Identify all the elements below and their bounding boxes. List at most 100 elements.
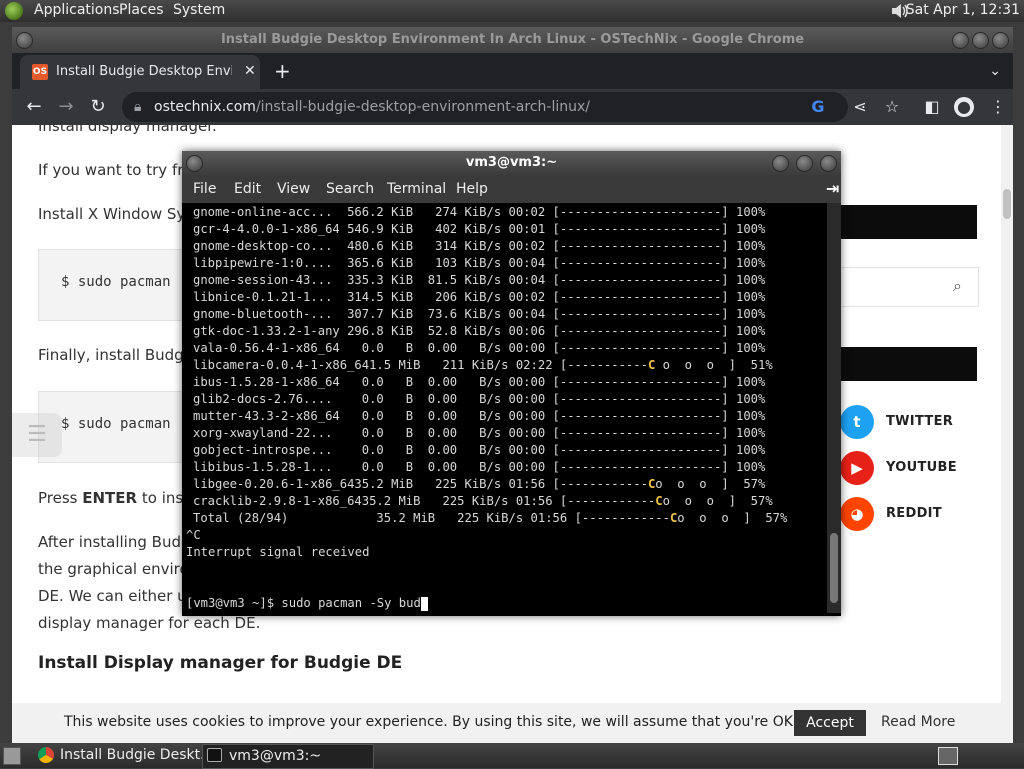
download-info: gcr-4-4.0.0-1-x86_64 546.9 KiB 402 KiB/s… bbox=[193, 222, 553, 236]
back-icon[interactable]: ← bbox=[22, 95, 46, 119]
social-label[interactable]: YOUTUBE bbox=[886, 460, 957, 475]
share-icon[interactable]: ⋖ bbox=[850, 97, 870, 117]
menu-places[interactable]: Places bbox=[119, 2, 164, 18]
progress-bar-text: [------------ bbox=[559, 494, 656, 508]
chrome-titlebar[interactable]: Install Budgie Desktop Environment In Ar… bbox=[12, 27, 1013, 53]
terminal-menu-search[interactable]: Search bbox=[326, 181, 374, 197]
progress-bar-text: [----------------------] bbox=[552, 205, 729, 219]
code-command[interactable]: $ sudo pacman bbox=[61, 416, 171, 432]
tab-search-chevron-icon[interactable]: ⌄ bbox=[989, 63, 1001, 79]
distro-logo-icon[interactable] bbox=[5, 2, 23, 20]
progress-bar-text: o o o ] bbox=[662, 494, 736, 508]
terminal-maximize-button[interactable] bbox=[796, 155, 813, 172]
article-text-line: Install X Window Syst bbox=[38, 205, 199, 223]
menu-system[interactable]: System bbox=[173, 2, 225, 18]
download-info: gnome-bluetooth-... 307.7 KiB 73.6 KiB/s… bbox=[193, 307, 553, 321]
terminal-menu-terminal[interactable]: Terminal bbox=[387, 181, 446, 197]
terminal-prompt-line[interactable]: [vm3@vm3 ~]$ sudo pacman -Sy bud bbox=[186, 595, 428, 612]
sidebar-search-box[interactable]: ⌕ bbox=[832, 267, 979, 307]
article-text-line: the graphical environ bbox=[38, 560, 199, 578]
terminal-titlebar[interactable]: vm3@vm3:~ bbox=[182, 151, 841, 175]
minimize-button[interactable] bbox=[952, 32, 969, 49]
progress-bar-text: [----------------------] bbox=[552, 375, 729, 389]
download-progress-row: gnome-online-acc... 566.2 KiB 274 KiB/s … bbox=[193, 204, 765, 221]
download-progress-row: gnome-desktop-co... 480.6 KiB 314 KiB/s … bbox=[193, 238, 765, 255]
download-progress-row: libnice-0.1.21-1... 314.5 KiB 206 KiB/s … bbox=[193, 289, 765, 306]
cookie-message: This website uses cookies to improve you… bbox=[64, 714, 846, 730]
progress-bar-text: [----------- bbox=[559, 358, 648, 372]
download-info: Total (28/94) 35.2 MiB 225 KiB/s 01:56 bbox=[193, 511, 575, 525]
progress-bar-text: [----------------------] bbox=[552, 290, 729, 304]
terminal-menu-file[interactable]: File bbox=[193, 181, 216, 197]
download-info: mutter-43.3-2-x86_64 0.0 B 0.00 B/s 00:0… bbox=[193, 409, 553, 423]
social-label[interactable]: REDDIT bbox=[886, 506, 942, 521]
cookie-read-more-link[interactable]: Read More bbox=[881, 714, 955, 730]
terminal-menu-help[interactable]: Help bbox=[456, 181, 488, 197]
article-text-line: After installing Budg bbox=[38, 533, 191, 551]
download-progress-row: gobject-introspe... 0.0 B 0.00 B/s 00:00… bbox=[193, 442, 765, 459]
url-text[interactable]: ostechnix.com/install-budgie-desktop-env… bbox=[154, 92, 590, 122]
terminal-menu-view[interactable]: View bbox=[277, 181, 310, 197]
terminal-scrollbar[interactable] bbox=[827, 203, 841, 613]
progress-percent: 100% bbox=[728, 239, 766, 253]
new-tab-button[interactable]: + bbox=[274, 59, 291, 83]
resize-cursor-icon: ⇥ bbox=[826, 179, 840, 198]
terminal-minimize-button[interactable] bbox=[772, 155, 789, 172]
download-progress-row: gcr-4-4.0.0-1-x86_64 546.9 KiB 402 KiB/s… bbox=[193, 221, 765, 238]
terminal-screen[interactable]: gnome-online-acc... 566.2 KiB 274 KiB/s … bbox=[182, 203, 827, 613]
download-progress-row: cracklib-2.9.8-1-x86_6435.2 MiB 225 KiB/… bbox=[193, 493, 773, 510]
search-icon[interactable]: ⌕ bbox=[953, 276, 962, 296]
workspace-switcher[interactable] bbox=[938, 747, 958, 765]
reddit-icon[interactable]: ◕ bbox=[840, 497, 874, 531]
terminal-window-menu-button[interactable] bbox=[186, 155, 203, 172]
taskbar-item-label: vm3@vm3:~ bbox=[229, 748, 322, 764]
terminal-text: ^C bbox=[186, 528, 201, 542]
taskbar-item-terminal[interactable]: vm3@vm3:~ bbox=[202, 744, 374, 769]
progress-percent: 100% bbox=[728, 460, 766, 474]
download-progress-row: gnome-bluetooth-... 307.7 KiB 73.6 KiB/s… bbox=[193, 306, 765, 323]
cookie-accept-button[interactable]: Accept bbox=[794, 710, 866, 736]
lock-icon[interactable]: 🔒︎ bbox=[134, 92, 141, 122]
address-bar[interactable]: 🔒︎ ostechnix.com/install-budgie-desktop-… bbox=[122, 92, 848, 122]
menu-applications[interactable]: Applications bbox=[34, 2, 120, 18]
top-panel: Applications Places System Sat Apr 1, 12… bbox=[0, 0, 1024, 22]
close-window-button[interactable] bbox=[992, 32, 1009, 49]
side-panel-icon[interactable]: ◧ bbox=[922, 97, 942, 117]
terminal-scrollbar-thumb[interactable] bbox=[830, 533, 838, 603]
terminal-window: vm3@vm3:~ File Edit View Search Terminal… bbox=[182, 151, 841, 616]
code-command[interactable]: $ sudo pacman bbox=[61, 274, 171, 290]
google-lens-icon[interactable]: G bbox=[808, 97, 828, 117]
more-menu-icon[interactable]: ⋮ bbox=[988, 97, 1008, 117]
bookmark-star-icon[interactable]: ☆ bbox=[882, 97, 902, 117]
download-info: libpipewire-1:0.... 365.6 KiB 103 KiB/s … bbox=[193, 256, 553, 270]
pacman-progress-icon: C bbox=[655, 494, 663, 508]
show-desktop-icon[interactable] bbox=[3, 747, 21, 765]
browser-toolbar: ← → ↻ 🔒︎ ostechnix.com/install-budgie-de… bbox=[12, 89, 1013, 125]
progress-bar-text: [----------------------] bbox=[552, 426, 729, 440]
youtube-icon[interactable]: ▶ bbox=[840, 451, 874, 485]
download-info: gobject-introspe... 0.0 B 0.00 B/s 00:00 bbox=[193, 443, 553, 457]
terminal-text: Interrupt signal received bbox=[186, 545, 370, 559]
download-info: xorg-xwayland-22... 0.0 B 0.00 B/s 00:00 bbox=[193, 426, 553, 440]
clock[interactable]: Sat Apr 1, 12:31 bbox=[906, 2, 1020, 18]
page-scrollbar[interactable] bbox=[1001, 125, 1013, 743]
download-info: libnice-0.1.21-1... 314.5 KiB 206 KiB/s … bbox=[193, 290, 553, 304]
floating-menu-icon[interactable]: ☰ bbox=[12, 413, 62, 457]
page-scrollbar-thumb[interactable] bbox=[1003, 189, 1011, 219]
terminal-close-button[interactable] bbox=[820, 155, 837, 172]
twitter-icon[interactable]: t bbox=[840, 405, 874, 439]
tab-budgie[interactable]: OS Install Budgie Desktop Enviro ✕ bbox=[20, 55, 260, 89]
profile-avatar-icon[interactable]: ● bbox=[954, 97, 974, 117]
taskbar-item-chrome[interactable]: Install Budgie Deskt... bbox=[34, 744, 213, 767]
maximize-button[interactable] bbox=[972, 32, 989, 49]
terminal-interrupt-message: Interrupt signal received bbox=[186, 544, 369, 561]
forward-icon[interactable]: → bbox=[54, 95, 78, 119]
window-menu-button[interactable] bbox=[16, 32, 33, 49]
reload-icon[interactable]: ↻ bbox=[86, 95, 110, 119]
tab-close-icon[interactable]: ✕ bbox=[244, 63, 256, 79]
progress-bar-text: [----------------------] bbox=[552, 256, 729, 270]
cookie-banner: This website uses cookies to improve you… bbox=[12, 703, 1001, 743]
download-info: gtk-doc-1.33.2-1-any 296.8 KiB 52.8 KiB/… bbox=[193, 324, 553, 338]
terminal-menu-edit[interactable]: Edit bbox=[234, 181, 261, 197]
social-label[interactable]: TWITTER bbox=[886, 414, 953, 429]
